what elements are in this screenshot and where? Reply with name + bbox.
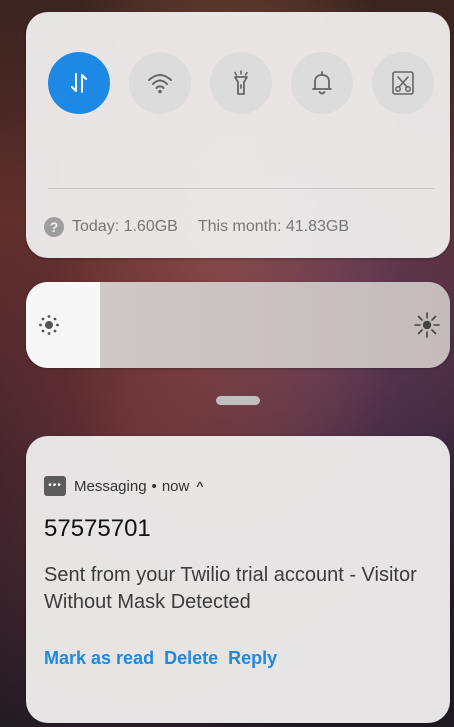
- sound-toggle[interactable]: [291, 52, 353, 114]
- expand-toggle[interactable]: ^: [196, 479, 203, 493]
- app-name: Messaging: [74, 477, 147, 495]
- notification-time: now: [161, 477, 190, 495]
- notification-card[interactable]: ••• Messaging • now ^ 57575701 Sent from…: [26, 436, 450, 723]
- wifi-toggle[interactable]: [129, 52, 191, 114]
- brightness-high-icon: [414, 312, 440, 338]
- help-icon[interactable]: ?: [44, 217, 64, 237]
- mobile-data-toggle[interactable]: [48, 52, 110, 114]
- panel-drag-handle[interactable]: [216, 396, 260, 405]
- notification-header: ••• Messaging • now ^: [44, 476, 203, 496]
- brightness-low-icon: [39, 315, 59, 335]
- usage-today: Today: 1.60GB: [72, 218, 178, 235]
- scissors-icon: [392, 71, 414, 95]
- bell-icon: [312, 71, 332, 95]
- screenshot-toggle[interactable]: [372, 52, 434, 114]
- flashlight-toggle[interactable]: [210, 52, 272, 114]
- header-separator: •: [151, 477, 157, 495]
- message-sender: 57575701: [44, 515, 151, 542]
- quick-settings-panel: ? Today: 1.60GB This month: 41.83GB: [26, 12, 450, 258]
- data-usage: ? Today: 1.60GB This month: 41.83GB: [44, 216, 349, 238]
- brightness-track: [100, 282, 450, 368]
- message-body: Sent from your Twilio trial account - Vi…: [44, 564, 417, 613]
- data-arrows-icon: [71, 73, 87, 93]
- usage-month: This month: 41.83GB: [197, 218, 350, 235]
- delete-button[interactable]: Delete: [164, 648, 218, 669]
- messaging-app-icon: •••: [44, 476, 66, 496]
- flashlight-icon: [234, 70, 248, 95]
- notification-actions: Mark as read Delete Reply: [44, 648, 277, 669]
- brightness-slider[interactable]: [26, 282, 450, 368]
- wifi-icon: [148, 74, 172, 94]
- quick-settings-divider: [48, 188, 434, 189]
- mark-as-read-button[interactable]: Mark as read: [44, 648, 154, 669]
- reply-button[interactable]: Reply: [228, 648, 277, 669]
